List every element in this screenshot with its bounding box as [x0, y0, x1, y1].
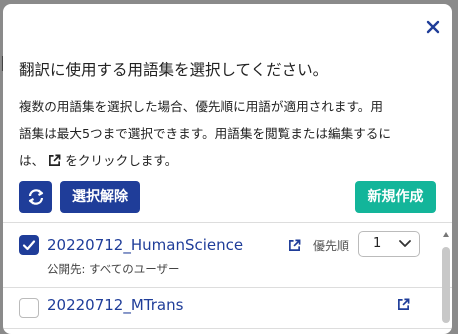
priority-select[interactable]: 1	[358, 231, 420, 257]
priority-value: 1	[373, 236, 382, 251]
scrollbar-thumb[interactable]	[442, 247, 450, 323]
description-line-3: は、 をクリックします。	[19, 147, 424, 174]
dialog-description: 複数の用語集を選択した場合、優先順に用語が適用されます。用 語集は最大5つまで選…	[19, 93, 424, 174]
scroll-up-arrow[interactable]	[443, 232, 449, 237]
external-link-icon[interactable]	[397, 298, 410, 311]
close-button[interactable]	[422, 16, 444, 38]
list-item: 20220712_MTrans	[3, 288, 452, 329]
external-link-icon	[49, 154, 61, 166]
glossary-checkbox-checked[interactable]	[19, 235, 39, 255]
refresh-button[interactable]	[19, 181, 52, 213]
close-icon	[426, 20, 440, 34]
checkmark-icon	[22, 240, 36, 251]
list-item: 20220712_HumanScience 公開先: すべてのユーザー 優先順 …	[3, 223, 452, 288]
priority-label: 優先順	[313, 239, 350, 253]
glossary-visibility: 公開先: すべてのユーザー	[47, 262, 180, 276]
description-line-3-pre: は、	[19, 153, 45, 168]
glossary-name-link[interactable]: 20220712_HumanScience	[47, 236, 243, 254]
clear-selection-button[interactable]: 選択解除	[60, 181, 140, 213]
chevron-down-icon	[399, 240, 411, 247]
description-line-2: 語集は最大5つまで選択できます。用語集を閲覧または編集するに	[19, 126, 391, 141]
external-link-icon[interactable]	[288, 239, 301, 252]
dialog-title: 翻訳に使用する用語集を選択してください。	[19, 61, 329, 79]
description-line-3-post: をクリックします。	[65, 153, 178, 168]
refresh-icon	[28, 189, 43, 205]
toolbar: 選択解除 新規作成	[19, 181, 436, 213]
description-line-1: 複数の用語集を選択した場合、優先順に用語が適用されます。用	[19, 99, 383, 114]
glossary-list: 20220712_HumanScience 公開先: すべてのユーザー 優先順 …	[3, 223, 452, 334]
glossary-select-dialog: 翻訳に使用する用語集を選択してください。 複数の用語集を選択した場合、優先順に用…	[3, 4, 452, 334]
new-glossary-button[interactable]: 新規作成	[355, 181, 436, 213]
glossary-name-link[interactable]: 20220712_MTrans	[47, 296, 183, 314]
glossary-checkbox-unchecked[interactable]	[19, 298, 39, 318]
